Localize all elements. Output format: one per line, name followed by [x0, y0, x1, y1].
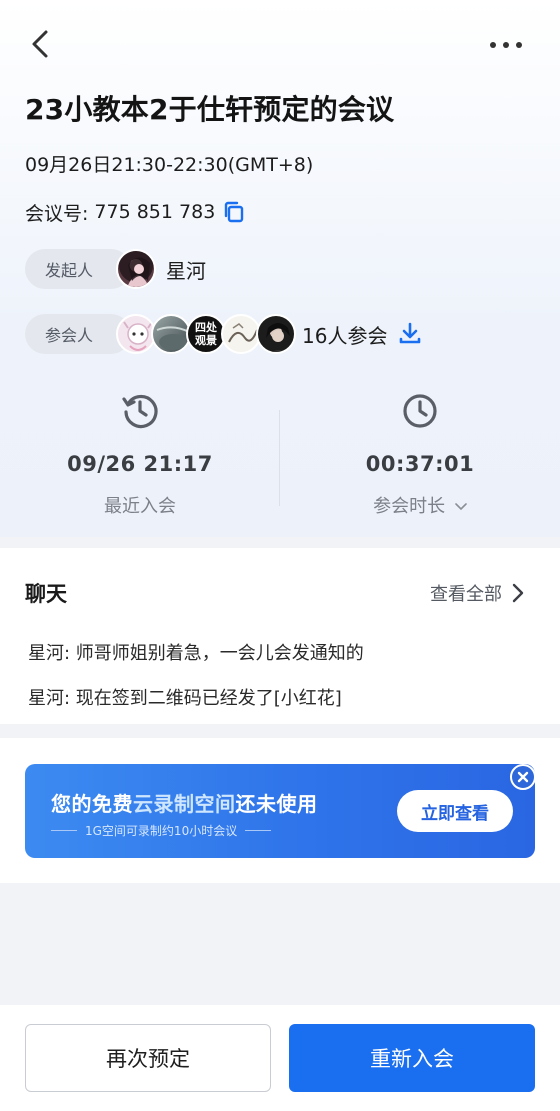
view-all-link[interactable]: 查看全部 — [430, 580, 524, 606]
more-dots-icon — [490, 42, 522, 48]
promo-subtitle: 1G空间可录制约10小时会议 — [50, 824, 272, 838]
rejoin-button[interactable]: 重新入会 — [289, 1024, 535, 1092]
back-button[interactable] — [22, 26, 58, 62]
view-all-label: 查看全部 — [430, 584, 502, 605]
promo-section: 您的免费云录制空间还未使用 1G空间可录制约10小时会议 立即查看 — [0, 738, 560, 883]
attendee-avatar[interactable] — [256, 314, 296, 354]
promo-title-post: 还未使用 — [235, 792, 318, 816]
rebook-button[interactable]: 再次预定 — [25, 1024, 271, 1092]
clock-icon — [403, 394, 437, 428]
view-now-button[interactable]: 立即查看 — [397, 790, 513, 832]
attendee-avatar[interactable] — [221, 314, 261, 354]
duration-label: 参会时长 — [373, 496, 446, 517]
promo-title: 您的免费云录制空间还未使用 — [51, 788, 318, 817]
duration-label-row[interactable]: 参会时长 — [280, 492, 560, 518]
chat-message: 星河: 现在签到二维码已经发了[小红花] — [28, 688, 342, 709]
meeting-id-row: 会议号: 775 851 783 — [25, 197, 245, 227]
attendee-avatar[interactable]: 四处 观景 — [186, 314, 226, 354]
host-name: 星河 — [166, 259, 206, 283]
duration-value: 00:37:01 — [365, 452, 475, 476]
promo-title-pre: 您的免费 — [51, 792, 133, 816]
avatar-text: 观景 — [195, 334, 217, 347]
cloud-recording-banner[interactable]: 您的免费云录制空间还未使用 1G空间可录制约10小时会议 立即查看 — [25, 764, 535, 858]
chevron-right-icon — [512, 583, 524, 603]
chat-title: 聊天 — [25, 582, 67, 606]
host-avatar[interactable] — [116, 249, 156, 289]
chevron-left-icon — [32, 30, 48, 58]
bottom-action-bar: 再次预定 重新入会 — [0, 1005, 560, 1111]
last-join-time: 09/26 21:17 — [67, 452, 213, 476]
attendee-count: 16人参会 — [302, 324, 388, 348]
chat-section: 聊天 查看全部 星河: 师哥师姐别着急，一会儿会发通知的 星河: 现在签到二维码… — [0, 548, 560, 724]
duration-stat[interactable]: 00:37:01 参会时长 — [280, 390, 560, 518]
meeting-id-label: 会议号: — [25, 202, 89, 225]
meeting-title: 23小教本2于仕轩预定的会议 — [25, 93, 395, 126]
chevron-down-icon — [455, 503, 467, 510]
chat-message: 星河: 师哥师姐别着急，一会儿会发通知的 — [28, 643, 364, 664]
history-clock-icon — [122, 394, 158, 429]
avatar-text: 四处 — [195, 321, 217, 334]
close-icon[interactable] — [510, 764, 536, 790]
attendee-avatar[interactable] — [116, 314, 156, 354]
copy-icon[interactable] — [221, 200, 245, 224]
download-icon[interactable] — [398, 321, 422, 349]
more-button[interactable] — [486, 30, 526, 60]
meeting-id-value: 775 851 783 — [94, 201, 216, 223]
meeting-time-range: 09月26日21:30-22:30(GMT+8) — [25, 154, 314, 176]
attendee-avatar[interactable] — [151, 314, 191, 354]
last-join-stat: 09/26 21:17 最近入会 — [0, 390, 280, 518]
last-join-label: 最近入会 — [104, 496, 176, 517]
promo-title-highlight: 云录制空间 — [133, 792, 236, 816]
